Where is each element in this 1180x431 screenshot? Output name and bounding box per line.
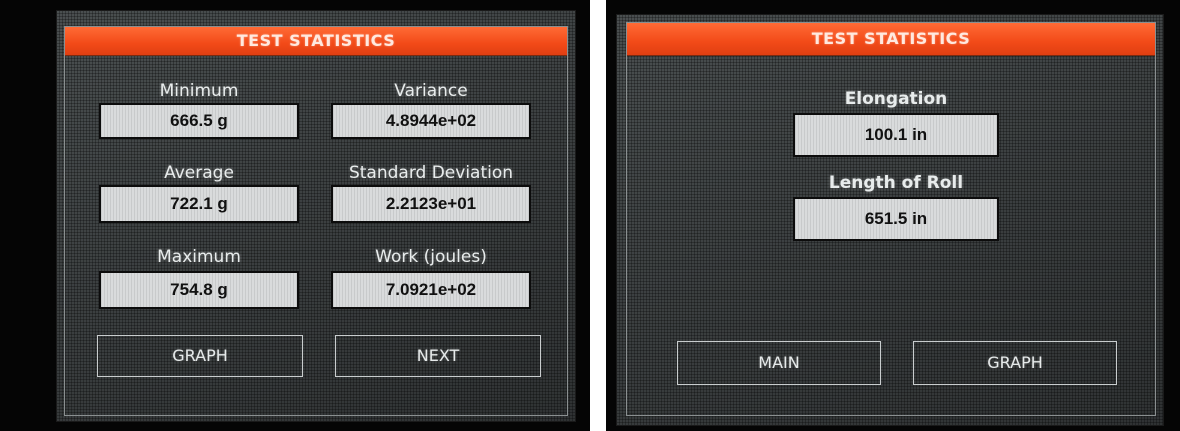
graph-button[interactable]: GRAPH	[97, 335, 303, 377]
right-device-photo: TEST STATISTICS Elongation 100.1 in Leng…	[606, 0, 1180, 431]
maximum-label: Maximum	[157, 247, 241, 267]
elongation-value: 100.1 in	[793, 113, 999, 157]
right-title-bar: TEST STATISTICS	[627, 23, 1155, 56]
minimum-label: Minimum	[159, 81, 239, 101]
variance-value: 4.8944e+02	[331, 103, 531, 139]
average-value: 722.1 g	[99, 185, 299, 223]
variance-label: Variance	[394, 81, 468, 101]
maximum-value: 754.8 g	[99, 271, 299, 309]
standard-deviation-value: 2.2123e+01	[331, 185, 531, 223]
graph-button-right[interactable]: GRAPH	[913, 341, 1117, 385]
elongation-label: Elongation	[844, 89, 948, 109]
average-label: Average	[164, 163, 234, 183]
left-title-bar: TEST STATISTICS	[65, 27, 567, 56]
left-screen: TEST STATISTICS Minimum 666.5 g Variance…	[56, 10, 576, 422]
standard-deviation-label: Standard Deviation	[348, 163, 514, 183]
minimum-value: 666.5 g	[99, 103, 299, 139]
work-joules-label: Work (joules)	[375, 247, 487, 267]
next-button[interactable]: NEXT	[335, 335, 541, 377]
right-screen: TEST STATISTICS Elongation 100.1 in Leng…	[616, 14, 1164, 426]
left-device-photo: TEST STATISTICS Minimum 666.5 g Variance…	[0, 0, 590, 431]
right-screen-frame: TEST STATISTICS Elongation 100.1 in Leng…	[626, 22, 1156, 416]
work-joules-value: 7.0921e+02	[331, 271, 531, 309]
main-button[interactable]: MAIN	[677, 341, 881, 385]
left-screen-frame: TEST STATISTICS Minimum 666.5 g Variance…	[64, 26, 568, 416]
length-of-roll-value: 651.5 in	[793, 197, 999, 241]
length-of-roll-label: Length of Roll	[828, 173, 964, 193]
